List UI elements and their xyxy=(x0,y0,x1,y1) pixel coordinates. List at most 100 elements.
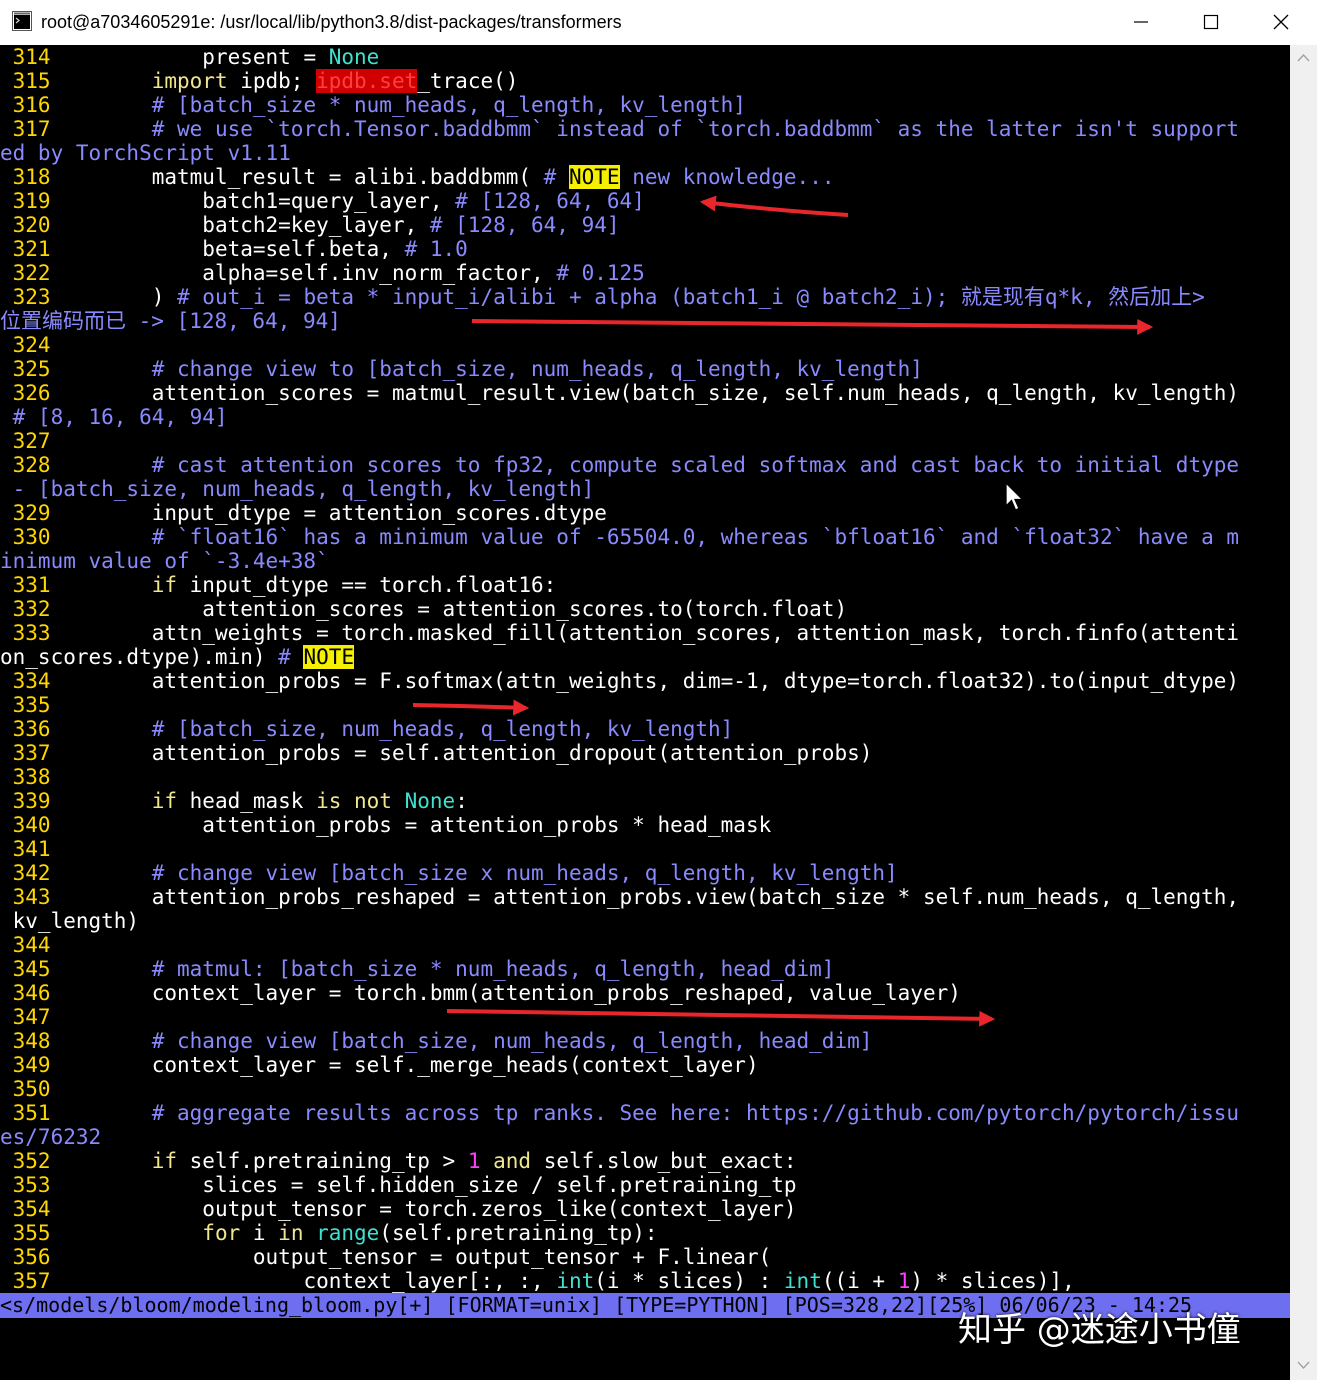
code-line[interactable]: 345 # matmul: [batch_size * num_heads, q… xyxy=(0,957,835,981)
code-token: attention_scores = attention_scores.to(t… xyxy=(50,597,848,621)
line-number: 353 xyxy=(0,1173,51,1197)
code-line[interactable]: 335 xyxy=(0,693,51,717)
code-line[interactable]: 336 # [batch_size, num_heads, q_length, … xyxy=(0,717,734,741)
scroll-down-icon[interactable] xyxy=(1297,1360,1310,1370)
code-line[interactable]: 324 xyxy=(0,333,51,357)
code-line[interactable]: 321 beta=self.beta, # 1.0 xyxy=(0,237,468,261)
code-token: kv_length) xyxy=(0,909,140,933)
code-token: # matmul: [batch_size * num_heads, q_len… xyxy=(50,957,835,981)
code-token: and xyxy=(480,1149,544,1173)
code-line[interactable]: kv_length) xyxy=(0,909,139,933)
line-number: 355 xyxy=(0,1221,51,1245)
code-line[interactable]: on_scores.dtype).min) # NOTE xyxy=(0,645,355,669)
code-line[interactable]: 318 matmul_result = alibi.baddbmm( # NOT… xyxy=(0,165,834,189)
code-line[interactable]: 315 import ipdb; ipdb.set_trace() xyxy=(0,69,518,93)
code-line[interactable]: # [8, 16, 64, 94] xyxy=(0,405,228,429)
code-line[interactable]: 337 attention_probs = self.attention_dro… xyxy=(0,741,873,765)
code-token: # change view [batch_size, num_heads, q_… xyxy=(50,1029,873,1053)
code-line[interactable]: 357 context_layer[:, :, int(i * slices) … xyxy=(0,1269,1075,1293)
code-line[interactable]: 314 present = None xyxy=(0,45,380,69)
code-token: import xyxy=(50,69,241,93)
code-line[interactable]: 322 alpha=self.inv_norm_factor, # 0.125 xyxy=(0,261,645,285)
code-token: - [batch_size, num_heads, q_length, kv_l… xyxy=(0,477,595,501)
code-token: context_layer = self._merge_heads(contex… xyxy=(50,1053,759,1077)
minimize-icon xyxy=(1134,21,1148,23)
code-line[interactable]: 331 if input_dtype == torch.float16: xyxy=(0,573,557,597)
line-number: 339 xyxy=(0,789,51,813)
code-line[interactable]: 333 attn_weights = torch.masked_fill(att… xyxy=(0,621,1239,645)
code-line[interactable]: 343 attention_probs_reshaped = attention… xyxy=(0,885,1239,909)
code-line[interactable]: 342 # change view [batch_size x num_head… xyxy=(0,861,898,885)
code-line[interactable]: 356 output_tensor = output_tensor + F.li… xyxy=(0,1245,772,1269)
code-token: self.slow_but_exact: xyxy=(543,1149,797,1173)
code-token: # [128, 64, 64] xyxy=(455,189,645,213)
line-number: 314 xyxy=(0,45,51,69)
code-line[interactable]: 330 # `float16` has a minimum value of -… xyxy=(0,525,1239,549)
code-line[interactable]: 344 xyxy=(0,933,51,957)
maximize-button[interactable] xyxy=(1176,0,1246,45)
line-number: 321 xyxy=(0,237,51,261)
code-line[interactable]: 334 attention_probs = F.softmax(attn_wei… xyxy=(0,669,1239,693)
code-line[interactable]: 316 # [batch_size * num_heads, q_length,… xyxy=(0,93,746,117)
code-line[interactable]: 317 # we use `torch.Tensor.baddbmm` inst… xyxy=(0,117,1239,141)
code-line[interactable]: 352 if self.pretraining_tp > 1 and self.… xyxy=(0,1149,797,1173)
line-number: 349 xyxy=(0,1053,51,1077)
line-number: 331 xyxy=(0,573,51,597)
code-line[interactable]: 347 xyxy=(0,1005,51,1029)
close-button[interactable] xyxy=(1246,0,1316,45)
code-line[interactable]: 329 input_dtype = attention_scores.dtype xyxy=(0,501,607,525)
code-line[interactable]: 346 context_layer = torch.bmm(attention_… xyxy=(0,981,961,1005)
code-line[interactable]: 338 xyxy=(0,765,51,789)
line-number: 348 xyxy=(0,1029,51,1053)
code-line[interactable]: 位置编码而已 -> [128, 64, 94] xyxy=(0,309,341,333)
code-line[interactable]: 327 xyxy=(0,429,51,453)
line-number: 324 xyxy=(0,333,51,357)
code-line[interactable]: 340 attention_probs = attention_probs * … xyxy=(0,813,772,837)
vertical-scrollbar[interactable] xyxy=(1290,45,1317,1380)
code-line[interactable]: 320 batch2=key_layer, # [128, 64, 94] xyxy=(0,213,620,237)
scroll-up-icon[interactable] xyxy=(1297,53,1310,63)
code-line[interactable]: 351 # aggregate results across tp ranks.… xyxy=(0,1101,1239,1125)
code-token: # [8, 16, 64, 94] xyxy=(0,405,228,429)
code-token: output_tensor = output_tensor + F.linear… xyxy=(50,1245,772,1269)
code-line[interactable]: inimum value of `-3.4e+38` xyxy=(0,549,329,573)
code-line[interactable]: es/76232 xyxy=(0,1125,101,1149)
code-line[interactable]: 353 slices = self.hidden_size / self.pre… xyxy=(0,1173,797,1197)
minimize-button[interactable] xyxy=(1106,0,1176,45)
code-line[interactable]: 339 if head_mask is not None: xyxy=(0,789,468,813)
code-token: # `float16` has a minimum value of -6550… xyxy=(50,525,1240,549)
code-token: # aggregate results across tp ranks. See… xyxy=(50,1101,1240,1125)
line-number: 326 xyxy=(0,381,51,405)
line-number: 325 xyxy=(0,357,51,381)
code-line[interactable]: 341 xyxy=(0,837,51,861)
code-token: range xyxy=(316,1221,380,1245)
code-line[interactable]: 325 # change view to [batch_size, num_he… xyxy=(0,357,923,381)
title-bar[interactable]: root@a7034605291e: /usr/local/lib/python… xyxy=(0,0,1317,46)
line-number: 356 xyxy=(0,1245,51,1269)
code-token: ) * slices)], xyxy=(910,1269,1075,1293)
code-line[interactable]: 323 ) # out_i = beta * input_i/alibi + a… xyxy=(0,285,1205,309)
code-line[interactable]: 349 context_layer = self._merge_heads(co… xyxy=(0,1053,759,1077)
vim-editor[interactable]: 314 present = None 315 import ipdb; ipdb… xyxy=(0,45,1290,1380)
code-token: new knowledge... xyxy=(619,165,835,189)
code-line[interactable]: 348 # change view [batch_size, num_heads… xyxy=(0,1029,873,1053)
code-token: # we use `torch.Tensor.baddbmm` instead … xyxy=(50,117,1240,141)
code-line[interactable]: 355 for i in range(self.pretraining_tp): xyxy=(0,1221,658,1245)
code-token: input_dtype == torch.float16: xyxy=(189,573,557,597)
code-token: int xyxy=(783,1269,822,1293)
code-line[interactable]: 326 attention_scores = matmul_result.vie… xyxy=(0,381,1239,405)
code-token: 1 xyxy=(897,1269,911,1293)
code-line[interactable]: - [batch_size, num_heads, q_length, kv_l… xyxy=(0,477,595,501)
code-token: in xyxy=(278,1221,317,1245)
code-line[interactable]: 350 xyxy=(0,1077,51,1101)
code-token: attention_scores = matmul_result.view(ba… xyxy=(50,381,1240,405)
code-line[interactable]: 354 output_tensor = torch.zeros_like(con… xyxy=(0,1197,797,1221)
mouse-cursor-icon xyxy=(1005,482,1025,511)
code-token: batch2=key_layer, xyxy=(50,213,430,237)
code-line[interactable]: ed by TorchScript v1.11 xyxy=(0,141,291,165)
code-line[interactable]: 319 batch1=query_layer, # [128, 64, 64] xyxy=(0,189,645,213)
code-token: # xyxy=(278,645,304,669)
code-token: head_mask xyxy=(189,789,317,813)
code-line[interactable]: 332 attention_scores = attention_scores.… xyxy=(0,597,847,621)
code-line[interactable]: 328 # cast attention scores to fp32, com… xyxy=(0,453,1239,477)
